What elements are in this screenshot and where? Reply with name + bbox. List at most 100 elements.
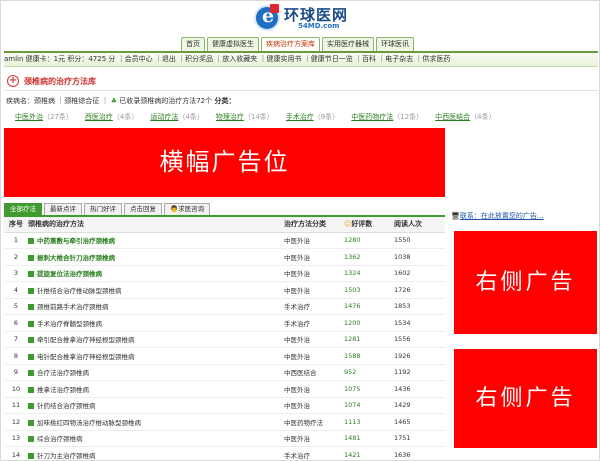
treatment-name-link[interactable]: 提旋复位法治疗颈椎病: [28, 265, 284, 282]
col-score: ☺好评数: [344, 217, 394, 233]
treatment-name-link-text[interactable]: 针刀为主治疗颈椎病: [37, 452, 96, 460]
bullet-icon: [28, 370, 34, 377]
tab-consult[interactable]: 👨求医咨询: [164, 203, 211, 215]
score-value: 1362: [344, 248, 394, 266]
table-row[interactable]: 6 手术治疗脊髓型颈椎病 手术治疗 1200 1534: [4, 314, 445, 332]
treatment-name-link-text[interactable]: 振刺大椎合针刀治疗颈椎病: [37, 254, 115, 262]
category-item[interactable]: 物理治疗（14条）: [216, 112, 274, 122]
table-row[interactable]: 1 中药熏敷与牵引治疗颈椎病 中医外治 1280 1550: [4, 232, 445, 249]
treatment-name-link[interactable]: 振刺大椎合针刀治疗颈椎病: [28, 248, 284, 266]
treatment-name-link-text[interactable]: 针药结合治疗颈椎病: [37, 402, 96, 410]
category-item[interactable]: 西医治疗（4条）: [85, 112, 138, 122]
tab-news[interactable]: 环球医讯: [376, 37, 414, 51]
treatment-category: 中医外治: [284, 265, 344, 282]
row-number-text: 14: [11, 450, 21, 459]
treatment-category: 中医外治: [284, 281, 344, 299]
treatment-name-link[interactable]: 手术治疗脊髓型颈椎病: [28, 314, 284, 332]
tab-medical-devices[interactable]: 实用医疗器械: [322, 37, 374, 51]
doctor-icon: 👨: [170, 205, 179, 213]
user-nav-bar[interactable]: amlin 健康卡：1元 积分：4725 分 ｜会员中心 ｜退出 ｜积分奖品 ｜…: [4, 51, 598, 67]
treatment-name-link-text[interactable]: 推拿法治疗颈椎病: [37, 386, 89, 394]
treatment-name-link-text[interactable]: 提旋复位法治疗颈椎病: [37, 270, 102, 278]
treatment-category: 中医外治: [284, 331, 344, 348]
row-number: 13: [4, 430, 28, 447]
ad-contact[interactable]: 🖥联系：在此放置您的广告...: [451, 211, 544, 221]
col-name: 颈椎病的治疗方法: [28, 217, 284, 233]
read-count-text: 1038: [394, 252, 411, 261]
table-row[interactable]: 14 针刀为主治疗颈椎病 手术治疗 1421 1636: [4, 446, 445, 460]
contact-icon: 🖥: [451, 212, 460, 220]
treatment-name-link-text[interactable]: 加味桃红四物汤治疗椎动脉型颈椎病: [37, 419, 141, 427]
score-value-text: 1113: [344, 417, 361, 426]
right-ad-1[interactable]: 右侧广告: [454, 231, 597, 334]
score-value-text: 952: [344, 368, 357, 377]
table-row[interactable]: 9 合疗法治疗颈椎病 中西医结合 952 1192: [4, 364, 445, 381]
table-row[interactable]: 2 振刺大椎合针刀治疗颈椎病 中医外治 1362 1038: [4, 248, 445, 266]
right-ad-2[interactable]: 右侧广告: [454, 349, 597, 448]
treatment-name-link-text[interactable]: 牵引配合推拿治疗神经根型颈椎病: [37, 336, 135, 344]
treatment-name-link[interactable]: 针刀为主治疗颈椎病: [28, 446, 284, 460]
category-item[interactable]: 中医药物疗法（12条）: [351, 112, 423, 122]
treatment-name-link-text[interactable]: 颈椎前路手术治疗颈椎病: [37, 303, 109, 311]
category-item[interactable]: 运动疗法（4条）: [150, 112, 203, 122]
table-row[interactable]: 7 牵引配合推拿治疗神经根型颈椎病 中医外治 1281 1556: [4, 331, 445, 348]
tab-home[interactable]: 首页: [181, 37, 205, 51]
treatment-name-link-text[interactable]: 综合治疗颈椎病: [37, 435, 83, 443]
treatment-name-link[interactable]: 合疗法治疗颈椎病: [28, 364, 284, 381]
treatment-category-text: 中医药物疗法: [284, 418, 323, 427]
table-row[interactable]: 13 综合治疗颈椎病 中医外治 1481 1751: [4, 430, 445, 447]
banner-ad[interactable]: 横幅广告位: [4, 128, 445, 197]
row-number: 14: [4, 446, 28, 460]
treatment-name-link[interactable]: 推拿法治疗颈椎病: [28, 380, 284, 398]
user-nav-text[interactable]: amlin 健康卡：1元 积分：4725 分 ｜会员中心 ｜退出 ｜积分奖品 ｜…: [4, 53, 450, 66]
row-number-text: 2: [13, 252, 19, 261]
treatment-name-link[interactable]: 加味桃红四物汤治疗椎动脉型颈椎病: [28, 413, 284, 431]
table-row[interactable]: 12 加味桃红四物汤治疗椎动脉型颈椎病 中医药物疗法 1113 1465: [4, 413, 445, 431]
tab-treatment-library[interactable]: 疾病治疗方案库: [261, 37, 320, 51]
row-number: 9: [4, 364, 28, 381]
table-row[interactable]: 4 针推结合治疗椎动脉型颈椎病 中医外治 1503 1726: [4, 281, 445, 299]
table-row[interactable]: 3 提旋复位法治疗颈椎病 中医外治 1324 1602: [4, 265, 445, 282]
read-count: 1534: [394, 314, 445, 332]
tab-click-reply[interactable]: 点击回复: [124, 203, 162, 215]
treatment-category: 中医外治: [284, 430, 344, 447]
row-number-text: 13: [11, 434, 21, 443]
treatment-name-link[interactable]: 中药熏敷与牵引治疗颈椎病: [28, 232, 284, 249]
score-value: 1074: [344, 397, 394, 414]
disease-names[interactable]: 疾病名：颈椎病 ｜颈椎综合征 ｜: [6, 97, 108, 105]
treatment-name-link[interactable]: 针推结合治疗椎动脉型颈椎病: [28, 281, 284, 299]
category-item[interactable]: 手术治疗（9条）: [286, 112, 339, 122]
table-row[interactable]: 10 推拿法治疗颈椎病 中医外治 1075 1436: [4, 380, 445, 398]
score-value: 1324: [344, 265, 394, 282]
category-item[interactable]: 中西医结合（4条）: [435, 112, 495, 122]
treatment-name-link[interactable]: 针药结合治疗颈椎病: [28, 397, 284, 414]
treatment-category-text: 中医外治: [284, 253, 310, 262]
treatment-name-link[interactable]: 颈椎前路手术治疗颈椎病: [28, 298, 284, 315]
page-title: 颈椎病的治疗方法库: [24, 77, 96, 86]
score-value-text: 1421: [344, 450, 361, 459]
table-row[interactable]: 11 针药结合治疗颈椎病 中医外治 1074 1429: [4, 397, 445, 414]
table-tabs: 全部疗法 最新点评 热门好评 点击回复 👨求医咨询: [4, 203, 211, 215]
treatment-category-text: 手术治疗: [284, 303, 310, 312]
treatment-name-link-text[interactable]: 电针配合推拿治疗神经根型颈椎病: [37, 353, 135, 361]
treatment-name-link[interactable]: 综合治疗颈椎病: [28, 430, 284, 447]
table-row[interactable]: 5 颈椎前路手术治疗颈椎病 手术治疗 1476 1853: [4, 298, 445, 315]
table-row[interactable]: 8 电针配合推拿治疗神经根型颈椎病 中医外治 1588 1926: [4, 347, 445, 365]
treatment-name-link-text[interactable]: 手术治疗脊髓型颈椎病: [37, 320, 102, 328]
row-number-text: 11: [11, 401, 21, 410]
treatment-name-link[interactable]: 牵引配合推拿治疗神经根型颈椎病: [28, 331, 284, 348]
tab-latest-reviews[interactable]: 最新点评: [44, 203, 82, 215]
treatment-name-link-text[interactable]: 合疗法治疗颈椎病: [37, 369, 89, 377]
treatment-name-link[interactable]: 电针配合推拿治疗神经根型颈椎病: [28, 347, 284, 365]
site-logo[interactable]: e 环球医网 54MD.com: [254, 3, 364, 33]
read-count: 1429: [394, 397, 445, 414]
category-item[interactable]: 中医外治（27条）: [15, 112, 73, 122]
treatment-name-link-text[interactable]: 中药熏敷与牵引治疗颈椎病: [37, 237, 115, 245]
treatment-name-link-text[interactable]: 针推结合治疗椎动脉型颈椎病: [37, 287, 122, 295]
tab-virtual-doctor[interactable]: 健康虚拟医生: [207, 37, 259, 51]
score-value-text: 1324: [344, 269, 361, 278]
row-number-text: 10: [11, 384, 21, 393]
tab-popular[interactable]: 热门好评: [84, 203, 122, 215]
tab-all-treatments[interactable]: 全部疗法: [4, 203, 42, 215]
row-number-text: 9: [13, 368, 19, 377]
